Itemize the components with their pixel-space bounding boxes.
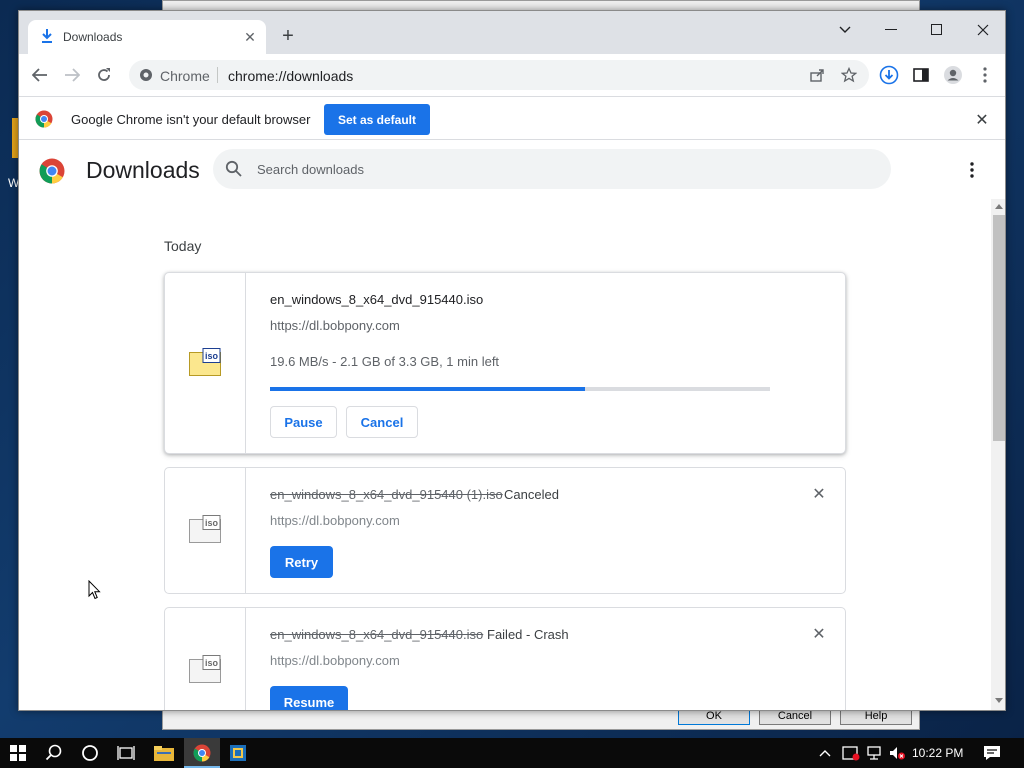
page-title: Downloads — [86, 157, 200, 183]
tab-strip: Downloads ✕ + — [19, 11, 1005, 54]
downloads-toolbar-icon[interactable] — [877, 63, 901, 87]
defender-icon[interactable] — [840, 738, 862, 768]
omnibox-separator — [217, 67, 218, 83]
reload-button[interactable] — [91, 62, 117, 88]
chevron-up-icon[interactable] — [816, 738, 834, 768]
page-scrollbar[interactable] — [991, 199, 1005, 710]
set-as-default-button[interactable]: Set as default — [324, 104, 430, 135]
url-text[interactable]: chrome://downloads — [228, 68, 353, 84]
progress-bar-fill — [270, 387, 585, 391]
resume-button[interactable]: Resume — [270, 686, 348, 710]
new-tab-button[interactable]: + — [277, 25, 299, 47]
date-header: Today — [164, 238, 202, 254]
download-icon — [42, 29, 52, 43]
maximize-button[interactable] — [914, 15, 960, 45]
chrome-logo-icon — [39, 158, 65, 184]
scroll-up-arrow[interactable] — [995, 204, 1003, 209]
progress-status: 19.6 MB/s - 2.1 GB of 3.3 GB, 1 min left — [270, 354, 500, 369]
source-url[interactable]: https://dl.bobpony.com — [270, 318, 400, 333]
share-icon[interactable] — [808, 66, 826, 84]
file-name[interactable]: en_windows_8_x64_dvd_915440.iso — [270, 292, 483, 307]
network-icon[interactable] — [864, 738, 886, 768]
chrome-logo-icon — [35, 110, 53, 128]
close-infobar-icon[interactable]: ✕ — [973, 111, 991, 129]
download-status: Canceled — [504, 487, 559, 502]
taskbar: 10:22 PM — [0, 738, 1024, 768]
app-icon[interactable] — [220, 738, 256, 768]
more-actions-icon[interactable] — [962, 158, 982, 182]
forward-button[interactable] — [59, 62, 85, 88]
profile-avatar-icon[interactable] — [941, 63, 965, 87]
remove-item-icon[interactable]: ✕ — [809, 624, 829, 644]
iso-file-icon: iso — [189, 515, 221, 543]
notification-icon[interactable] — [978, 738, 1006, 768]
minimize-button[interactable] — [868, 15, 914, 45]
chrome-window: Downloads ✕ + Chrome chrome://downloads … — [18, 10, 1006, 711]
toolbar: Chrome chrome://downloads — [19, 54, 1005, 96]
download-status: Failed - Crash — [487, 627, 569, 642]
mouse-cursor-icon — [88, 580, 101, 600]
bookmark-star-icon[interactable] — [840, 66, 858, 84]
source-url[interactable]: https://dl.bobpony.com — [270, 513, 400, 528]
svg-text:iso: iso — [205, 351, 219, 361]
clock[interactable]: 10:22 PM — [912, 746, 963, 760]
volume-mute-icon[interactable] — [886, 738, 908, 768]
cortana-icon[interactable] — [72, 738, 108, 768]
file-icon-column: iso — [165, 468, 246, 593]
downloads-page: Downloads Today iso — [19, 141, 1005, 710]
svg-text:iso: iso — [205, 518, 219, 528]
file-name: en_windows_8_x64_dvd_915440 (1).iso — [270, 487, 503, 502]
retry-button[interactable]: Retry — [270, 546, 333, 578]
source-url[interactable]: https://dl.bobpony.com — [270, 653, 400, 668]
file-name: en_windows_8_x64_dvd_915440.iso — [270, 627, 484, 642]
file-icon-column: iso — [165, 273, 246, 453]
remove-item-icon[interactable]: ✕ — [809, 484, 829, 504]
search-icon — [225, 160, 242, 177]
download-item: iso en_windows_8_x64_dvd_915440.iso Fail… — [164, 607, 846, 710]
windows-start-icon[interactable] — [0, 738, 36, 768]
search-icon[interactable] — [36, 738, 72, 768]
file-explorer-icon[interactable] — [146, 738, 182, 768]
address-bar[interactable]: Chrome chrome://downloads — [129, 60, 869, 90]
scheme-label: Chrome — [160, 68, 210, 84]
task-view-icon[interactable] — [108, 738, 144, 768]
tab-search-icon[interactable] — [822, 15, 868, 45]
scrollbar-thumb[interactable] — [993, 215, 1005, 441]
downloads-header: Downloads — [19, 141, 1005, 199]
iso-file-icon: iso — [189, 348, 221, 376]
infobar-message: Google Chrome isn't your default browser — [71, 112, 311, 127]
chrome-site-icon — [140, 69, 152, 81]
scroll-down-arrow[interactable] — [995, 698, 1003, 703]
chrome-menu-icon[interactable] — [973, 63, 997, 87]
svg-text:iso: iso — [205, 658, 219, 668]
download-item: iso en_windows_8_x64_dvd_915440.iso http… — [164, 272, 846, 454]
iso-file-icon: iso — [189, 655, 221, 683]
search-input[interactable] — [257, 159, 857, 179]
cancel-download-button[interactable]: Cancel — [346, 406, 418, 438]
side-panel-icon[interactable] — [909, 63, 933, 87]
default-browser-infobar: Google Chrome isn't your default browser… — [19, 96, 1005, 140]
tab-title: Downloads — [63, 30, 123, 44]
tab-downloads[interactable]: Downloads ✕ — [28, 20, 266, 54]
close-tab-icon[interactable]: ✕ — [241, 28, 259, 46]
file-icon-column: iso — [165, 608, 246, 710]
back-button[interactable] — [27, 62, 53, 88]
progress-bar — [270, 387, 770, 391]
download-item: iso en_windows_8_x64_dvd_915440 (1).iso … — [164, 467, 846, 594]
pause-button[interactable]: Pause — [270, 406, 337, 438]
search-box[interactable] — [213, 149, 891, 189]
chrome-taskbar-icon[interactable] — [184, 738, 220, 768]
close-window-button[interactable] — [960, 15, 1005, 45]
